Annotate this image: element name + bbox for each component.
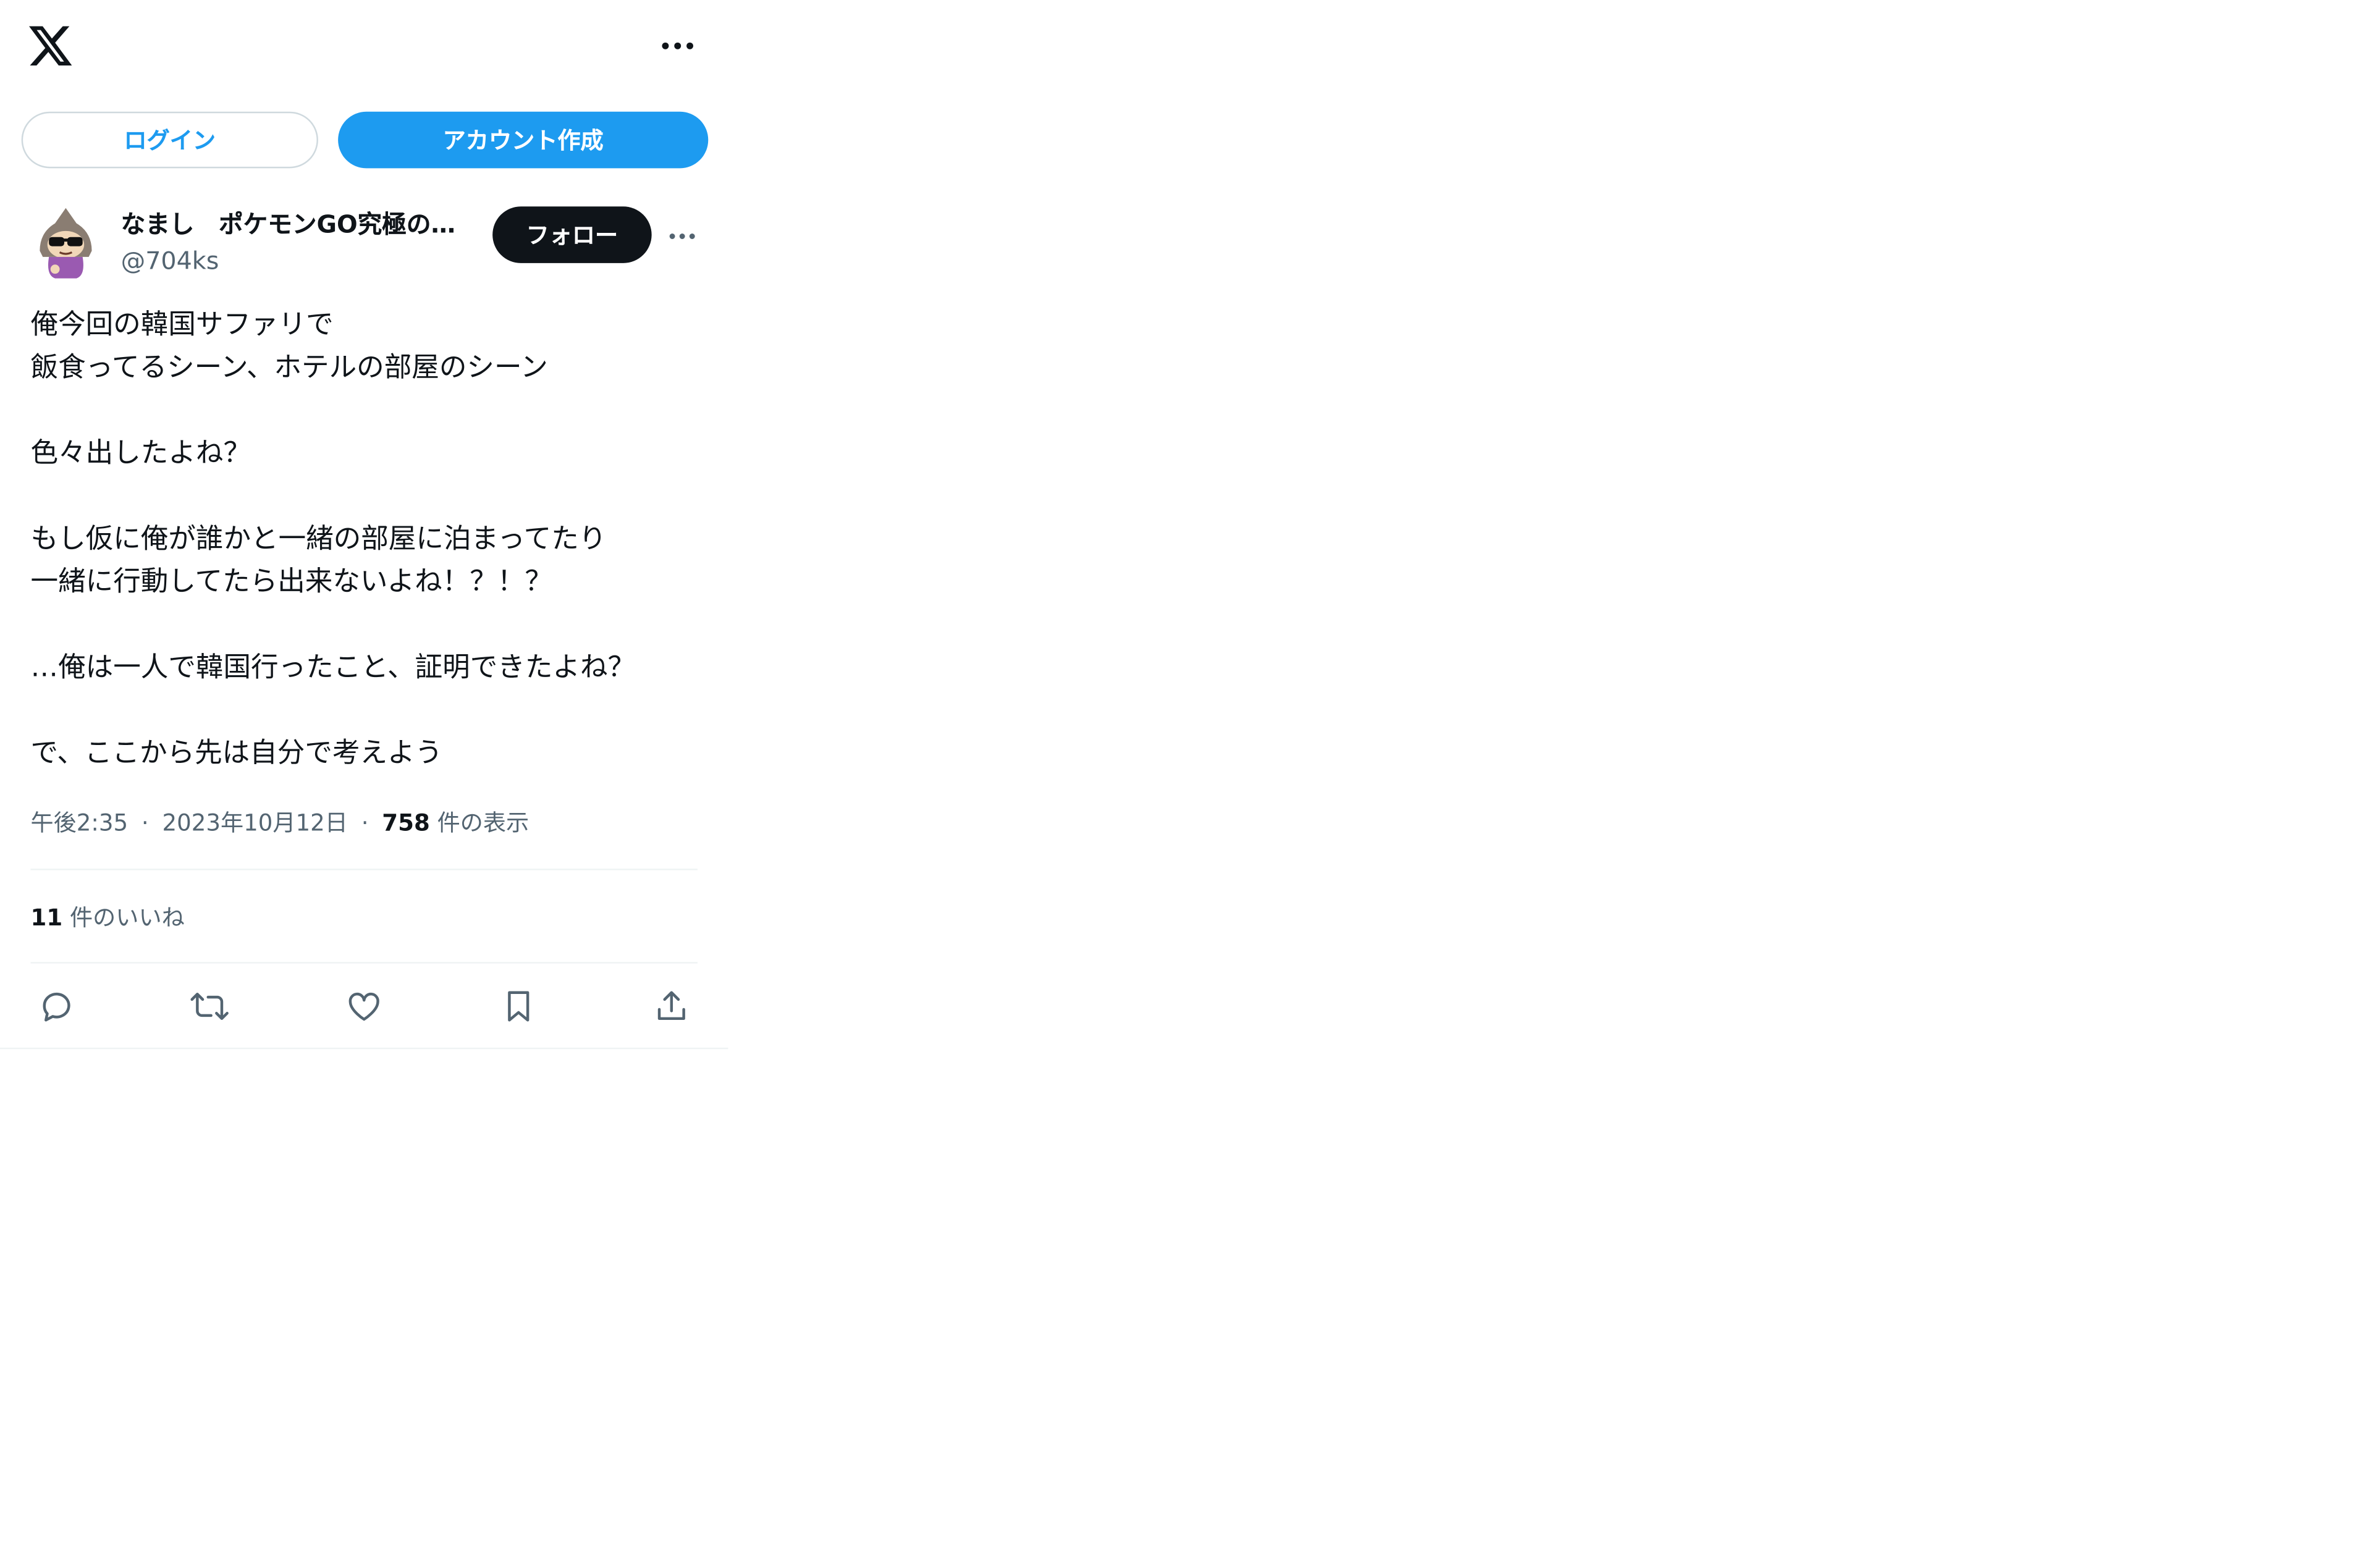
tweet-text-line: 飯食ってるシーン、ホテルの部屋のシーン — [30, 352, 548, 384]
meta-separator: · — [361, 809, 369, 837]
tweet-text-line — [31, 390, 704, 432]
meta-separator: · — [141, 809, 149, 837]
tweet-meta: 午後2:35 · 2023年10月12日 · 758 件の表示 — [31, 804, 530, 841]
signup-button[interactable]: アカウント作成 — [338, 111, 709, 169]
more-horizontal-icon[interactable] — [655, 31, 701, 62]
tweet-text-line: もし仮に俺が誰かと一緒の部屋に泊まってたり — [30, 523, 607, 555]
divider — [0, 1047, 728, 1050]
views-label: 件の表示 — [437, 809, 530, 837]
avatar[interactable] — [31, 205, 101, 282]
tweet-text-line: 色々出したよね？ — [30, 437, 251, 470]
author-handle[interactable]: @704ks — [121, 245, 219, 278]
tweet-date[interactable]: 2023年10月12日 — [162, 809, 348, 837]
tweet-text-line — [31, 604, 704, 647]
tweet-text-line: …俺は一人で韓国行ったこと、証明できたよね？ — [30, 651, 636, 684]
reply-icon[interactable] — [35, 985, 78, 1027]
tweet-time[interactable]: 午後2:35 — [31, 809, 129, 837]
likes-label: 件のいいね — [70, 904, 185, 932]
divider — [30, 869, 698, 870]
bookmark-icon[interactable] — [497, 985, 540, 1027]
retweet-icon[interactable] — [188, 985, 231, 1027]
like-icon[interactable] — [343, 985, 386, 1027]
tweet-text-line: 俺今回の韓国サファリで — [30, 309, 334, 342]
share-icon[interactable] — [650, 985, 693, 1027]
author-display-name[interactable]: なまし ポケモンGO究極の… — [121, 208, 481, 242]
tweet-more-icon[interactable] — [665, 222, 699, 250]
likes-summary[interactable]: 11 件のいいね — [31, 899, 185, 936]
tweet-text: 俺今回の韓国サファリで 飯食ってるシーン、ホテルの部屋のシーン 色々出したよね？… — [31, 305, 704, 776]
divider — [30, 962, 698, 964]
views-count: 758 — [382, 809, 430, 837]
login-button[interactable]: ログイン — [21, 111, 318, 169]
tweet-text-line: で、ここから先は自分で考えよう — [30, 737, 443, 770]
tweet-text-line — [31, 476, 704, 518]
likes-count: 11 — [30, 904, 63, 932]
tweet-text-line — [31, 690, 704, 733]
tweet-text-line: 一緒に行動してたら出来ないよね！？！？ — [30, 566, 552, 598]
x-logo-icon[interactable] — [28, 25, 74, 67]
tweet-page: ログイン アカウント作成 なまし ポケモンGO究極の… @704ks フォロー — [0, 0, 2380, 1566]
follow-button[interactable]: フォロー — [492, 206, 652, 263]
